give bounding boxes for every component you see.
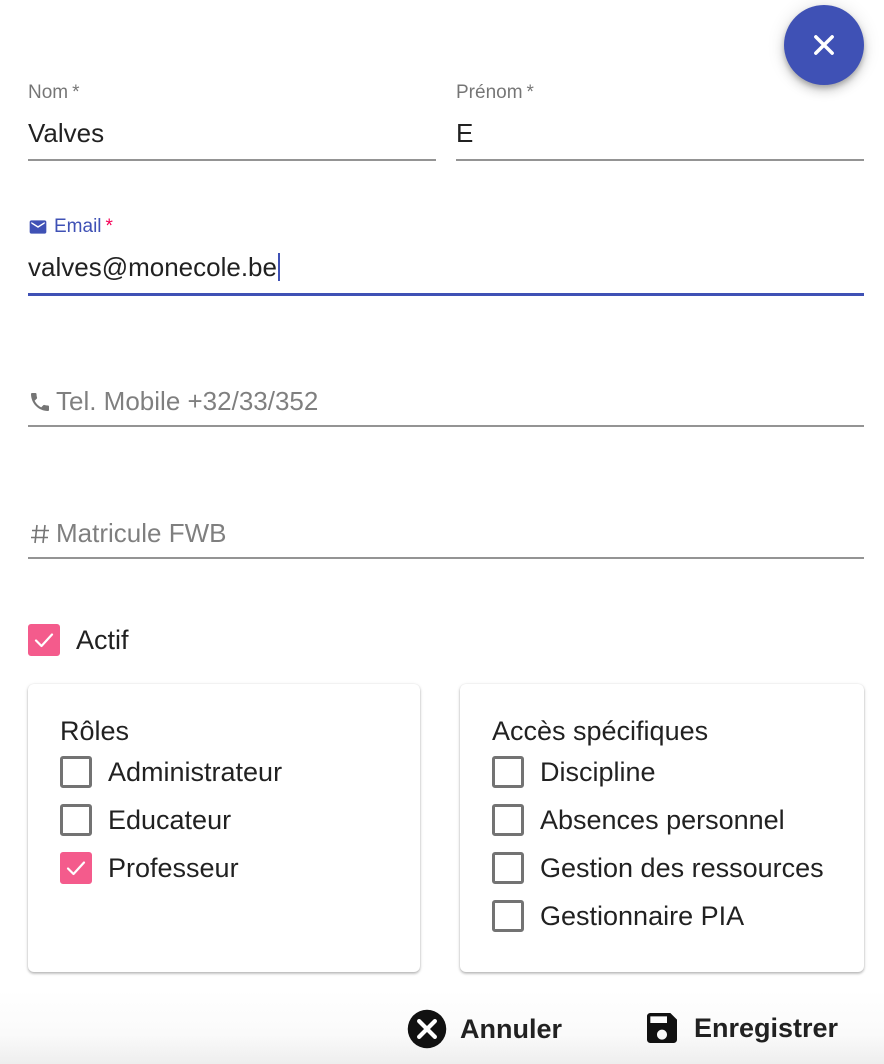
mobile-underline xyxy=(28,425,864,427)
dialog-actions: Annuler Enregistrer xyxy=(0,990,884,1064)
prenom-underline xyxy=(456,159,864,161)
acces-gestion-ressources[interactable]: Gestion des ressources xyxy=(492,852,824,884)
save-icon xyxy=(647,1013,677,1043)
actif-checkbox-row[interactable]: Actif xyxy=(28,624,129,656)
save-button[interactable]: Enregistrer xyxy=(642,1008,838,1048)
role-administrateur-checkbox[interactable] xyxy=(60,756,92,788)
role-administrateur-label: Administrateur xyxy=(108,756,283,787)
actif-label: Actif xyxy=(76,624,129,655)
matricule-underline xyxy=(28,557,864,559)
email-underline xyxy=(28,293,864,296)
roles-title: Rôles xyxy=(60,716,130,746)
text-caret xyxy=(277,253,280,281)
checkmark-icon xyxy=(66,861,86,876)
email-field[interactable]: Email * valves@monecole.be xyxy=(28,216,864,298)
role-professeur-checkbox[interactable] xyxy=(60,852,92,884)
mobile-input[interactable]: Tel. Mobile +32/33/352 xyxy=(28,386,318,417)
mobile-field[interactable]: Tel. Mobile +32/33/352 xyxy=(28,380,864,430)
acces-absences-personnel-checkbox[interactable] xyxy=(492,804,524,836)
matricule-field[interactable]: Matricule FWB xyxy=(28,512,864,562)
nom-label: Nom * xyxy=(28,82,80,103)
close-icon xyxy=(814,35,834,55)
checkmark-icon xyxy=(34,633,54,648)
prenom-label: Prénom * xyxy=(456,82,534,103)
cancel-circle-icon xyxy=(407,1009,447,1049)
nom-input[interactable]: Valves xyxy=(28,118,104,149)
prenom-input[interactable]: E xyxy=(456,118,473,149)
acces-gestion-ressources-label: Gestion des ressources xyxy=(540,852,824,883)
cancel-button[interactable]: Annuler xyxy=(406,1008,562,1050)
acces-discipline[interactable]: Discipline xyxy=(492,756,656,788)
role-professeur-label: Professeur xyxy=(108,852,239,883)
acces-gestionnaire-pia-label: Gestionnaire PIA xyxy=(540,900,745,931)
role-administrateur[interactable]: Administrateur xyxy=(60,756,282,788)
actif-checkbox[interactable] xyxy=(28,624,60,656)
acces-absences-personnel-label: Absences personnel xyxy=(540,804,785,835)
acces-gestion-ressources-checkbox[interactable] xyxy=(492,852,524,884)
acces-discipline-label: Discipline xyxy=(540,756,656,787)
close-button[interactable] xyxy=(784,5,864,85)
prenom-field[interactable]: Prénom * E xyxy=(456,82,864,162)
acces-title: Accès spécifiques xyxy=(492,716,709,746)
cancel-button-label: Annuler xyxy=(460,1013,563,1044)
acces-discipline-checkbox[interactable] xyxy=(492,756,524,788)
role-professeur[interactable]: Professeur xyxy=(60,852,239,884)
email-label: Email * xyxy=(28,216,113,238)
save-button-label: Enregistrer xyxy=(694,1012,839,1043)
role-educateur[interactable]: Educateur xyxy=(60,804,231,836)
acces-card: Accès spécifiques Discipline Absences pe… xyxy=(460,684,864,972)
matricule-input[interactable]: Matricule FWB xyxy=(28,518,226,549)
acces-absences-personnel[interactable]: Absences personnel xyxy=(492,804,785,836)
role-educateur-label: Educateur xyxy=(108,804,232,835)
role-educateur-checkbox[interactable] xyxy=(60,804,92,836)
phone-icon xyxy=(31,392,49,411)
roles-card: Rôles Administrateur Educateur Professeu… xyxy=(28,684,420,972)
mail-icon xyxy=(29,220,47,234)
email-input[interactable]: valves@monecole.be xyxy=(28,252,280,283)
acces-gestionnaire-pia[interactable]: Gestionnaire PIA xyxy=(492,900,744,932)
nom-field[interactable]: Nom * Valves xyxy=(28,82,436,162)
nom-underline xyxy=(28,159,436,161)
hash-icon xyxy=(31,524,49,543)
acces-gestionnaire-pia-checkbox[interactable] xyxy=(492,900,524,932)
